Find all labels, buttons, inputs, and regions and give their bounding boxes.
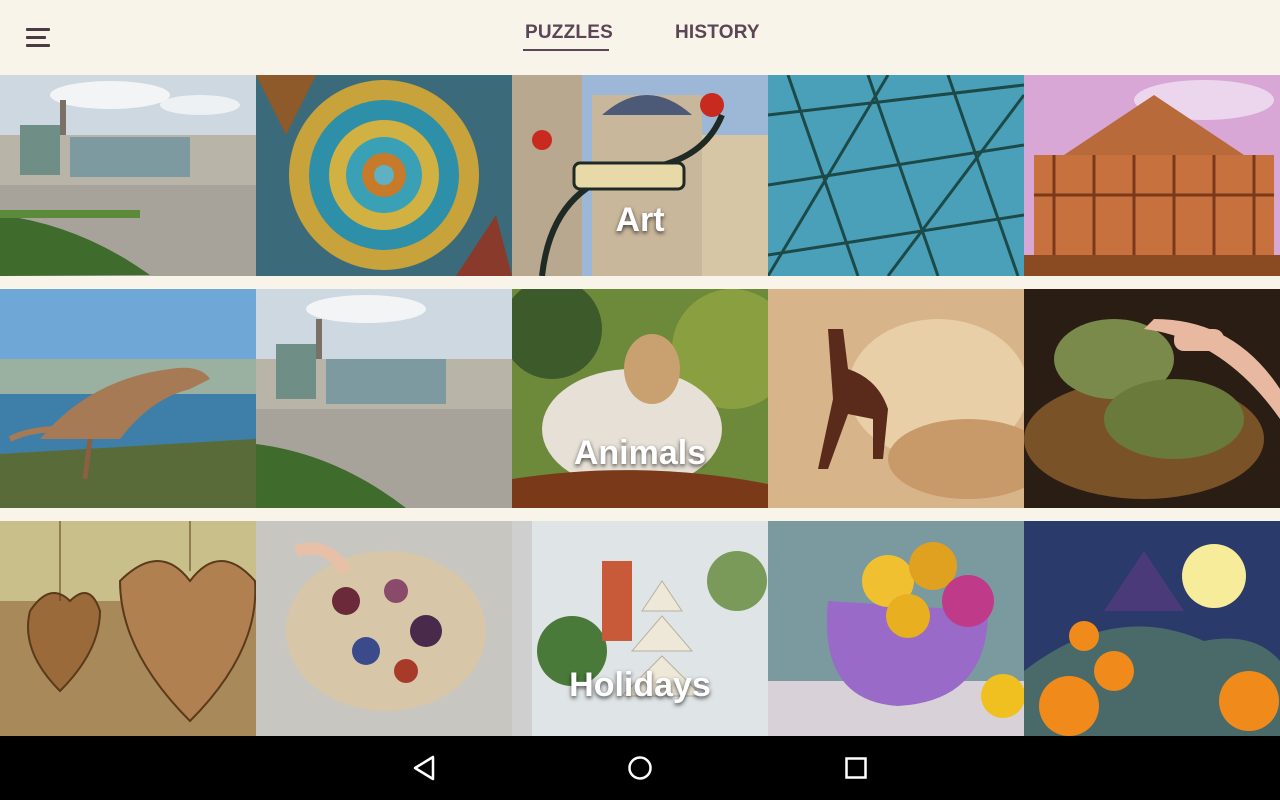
puzzle-thumbnail[interactable]: [512, 289, 768, 508]
category-label-art[interactable]: Art: [512, 201, 768, 240]
puzzle-thumbnail[interactable]: [1024, 521, 1280, 736]
tab-history[interactable]: HISTORY: [675, 22, 760, 44]
category-row-holidays[interactable]: Holidays: [0, 521, 1280, 736]
top-app-bar: PUZZLES HISTORY: [0, 0, 1280, 75]
system-navigation-bar: [0, 736, 1280, 800]
active-tab-indicator: [523, 49, 609, 51]
back-triangle-icon[interactable]: [407, 750, 443, 786]
puzzle-thumbnail[interactable]: [512, 75, 768, 276]
puzzle-thumbnail[interactable]: [0, 75, 256, 276]
puzzle-thumbnail[interactable]: [768, 521, 1024, 736]
tab-puzzles[interactable]: PUZZLES: [525, 22, 613, 44]
home-circle-icon[interactable]: [622, 750, 658, 786]
category-label-animals[interactable]: Animals: [512, 434, 768, 473]
puzzle-thumbnail[interactable]: [256, 289, 512, 508]
category-row-animals[interactable]: Animals: [0, 289, 1280, 508]
puzzle-thumbnail[interactable]: [0, 521, 256, 736]
puzzle-thumbnail[interactable]: [1024, 289, 1280, 508]
puzzle-thumbnail[interactable]: [768, 75, 1024, 276]
puzzle-thumbnail[interactable]: [0, 289, 256, 508]
puzzle-thumbnail[interactable]: [768, 289, 1024, 508]
category-label-holidays[interactable]: Holidays: [512, 666, 768, 705]
recents-square-icon[interactable]: [838, 750, 874, 786]
puzzle-thumbnail[interactable]: [256, 75, 512, 276]
category-row-art[interactable]: Art: [0, 75, 1280, 276]
puzzle-thumbnail[interactable]: [1024, 75, 1280, 276]
hamburger-menu-icon[interactable]: [20, 20, 56, 56]
puzzle-thumbnail[interactable]: [256, 521, 512, 736]
